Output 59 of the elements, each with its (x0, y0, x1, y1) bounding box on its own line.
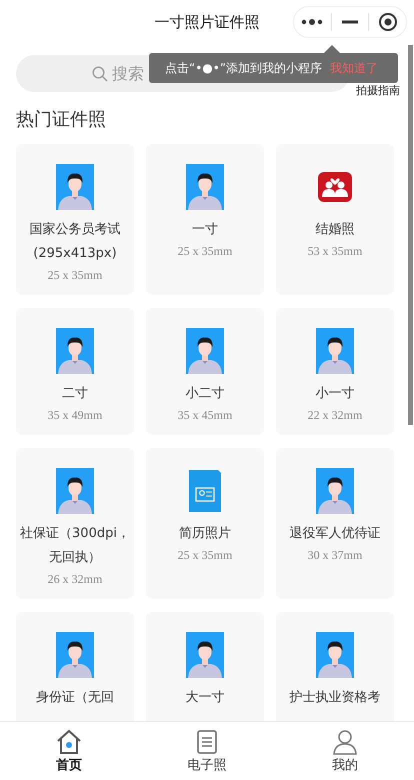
search-field[interactable]: 搜索 (112, 64, 156, 83)
photo-size: 53 x 35mm (308, 244, 362, 259)
photo-type-name: 简历照片 (179, 525, 231, 543)
photo-type-card[interactable]: 简历照片 25 x 35mm (146, 448, 264, 599)
photo-type-name: 小二寸 (186, 385, 224, 403)
photo-type-card[interactable]: 护士执业资格考 (276, 612, 394, 721)
photo-type-name: 大一寸 (186, 689, 224, 707)
id-photo-icon (186, 632, 224, 678)
resume-icon (186, 468, 224, 514)
close-icon (378, 12, 398, 32)
photo-size: 22 x 32mm (308, 408, 362, 423)
photo-type-card[interactable]: 结婚照 53 x 35mm (276, 144, 394, 295)
id-photo-icon (186, 164, 224, 210)
id-photo-icon (56, 164, 94, 210)
user-icon (332, 728, 358, 754)
id-photo-icon (56, 328, 94, 374)
search-icon (92, 66, 108, 82)
photo-size: 30 x 37mm (308, 548, 362, 563)
id-photo-icon (316, 632, 354, 678)
photo-type-card[interactable]: 小二寸 35 x 45mm (146, 308, 264, 435)
photo-size: 25 x 35mm (178, 244, 232, 259)
id-photo-icon (56, 632, 94, 678)
minimize-icon (342, 20, 358, 24)
more-icon (301, 18, 324, 26)
photo-type-card[interactable]: 一寸 25 x 35mm (146, 144, 264, 295)
photo-type-card[interactable]: 小一寸 22 x 32mm (276, 308, 394, 435)
photo-size: 26 x 32mm (48, 572, 102, 587)
photo-size: 35 x 45mm (178, 408, 232, 423)
id-photo-icon (316, 328, 354, 374)
photo-type-name: 国家公务员考试(295x413px) (28, 221, 122, 263)
photo-type-card[interactable]: 退役军人优待证 30 x 37mm (276, 448, 394, 599)
photo-type-name: 二寸 (62, 385, 88, 403)
section-title: 热门证件照 (15, 108, 107, 132)
photo-type-name: 结婚照 (316, 221, 354, 239)
photo-type-card[interactable]: 二寸 35 x 49mm (16, 308, 134, 435)
photo-type-card[interactable]: 大一寸 (146, 612, 264, 721)
tab-bar-item[interactable]: 我的 (276, 722, 414, 780)
photo-size: 25 x 35mm (48, 268, 102, 283)
photo-type-card[interactable]: 社保证（300dpi，无回执） 26 x 32mm (16, 448, 134, 599)
photo-type-name: 身份证（无回 (36, 689, 114, 707)
id-photo-icon (56, 468, 94, 514)
id-photo-icon (186, 328, 224, 374)
photo-type-card[interactable]: 身份证（无回 (16, 612, 134, 721)
photo-type-name: 退役军人优待证 (290, 525, 380, 543)
guide-button[interactable]: 拍摄指南 (356, 84, 400, 97)
id-photo-icon (316, 468, 354, 514)
tab-bar-item[interactable]: 电子照 (138, 722, 276, 780)
tooltip-text: 点击“•●•”添加到我的小程序 (165, 60, 322, 76)
document-icon (194, 728, 220, 754)
home-icon (56, 728, 82, 754)
photo-size: 35 x 49mm (48, 408, 102, 423)
photo-size: 25 x 35mm (178, 548, 232, 563)
photo-type-name: 一寸 (192, 221, 218, 239)
photo-type-name: 护士执业资格考 (290, 689, 380, 707)
tab-bar-item[interactable]: 首页 (0, 722, 138, 780)
photo-type-card[interactable]: 国家公务员考试(295x413px) 25 x 35mm (16, 144, 134, 295)
photo-type-name: 社保证（300dpi，无回执） (19, 525, 131, 567)
photo-type-name: 小一寸 (316, 385, 354, 403)
page-title: 一寸照片证件照 (154, 13, 260, 32)
